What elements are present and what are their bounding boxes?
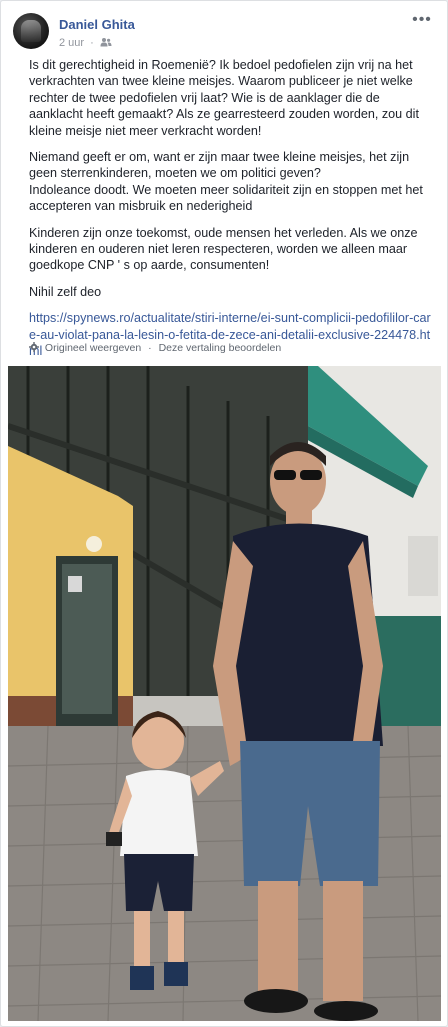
post-body: Is dit gerechtigheid in Roemenië? Ik bed…: [29, 57, 431, 360]
rate-translation-link[interactable]: Deze vertaling beoordelen: [159, 342, 282, 354]
translation-separator: ·: [148, 342, 152, 354]
post-meta: 2 uur ·: [59, 37, 112, 49]
gear-icon: [29, 342, 39, 352]
show-original-link[interactable]: Origineel weergeven: [45, 342, 141, 354]
translation-bar: Origineel weergeven · Deze vertaling beo…: [29, 342, 281, 354]
post-paragraph: Nihil zelf deo: [29, 284, 102, 299]
more-options-icon[interactable]: •••: [411, 12, 433, 29]
post-photo[interactable]: [8, 366, 441, 1021]
post-card: Daniel Ghita 2 uur · ••• Is dit gerechti…: [0, 0, 448, 1027]
post-paragraph: Niemand geeft er om, want er zijn maar t…: [29, 150, 423, 214]
friends-icon: [100, 38, 112, 47]
photo-illustration: [8, 366, 441, 1021]
avatar[interactable]: [13, 13, 49, 49]
post-paragraph: Is dit gerechtigheid in Roemenië? Ik bed…: [29, 58, 419, 138]
author-name[interactable]: Daniel Ghita: [59, 17, 135, 32]
post-paragraph: Kinderen zijn onze toekomst, oude mensen…: [29, 225, 418, 273]
timestamp[interactable]: 2 uur: [59, 37, 84, 49]
post-header: Daniel Ghita 2 uur · •••: [13, 12, 435, 57]
